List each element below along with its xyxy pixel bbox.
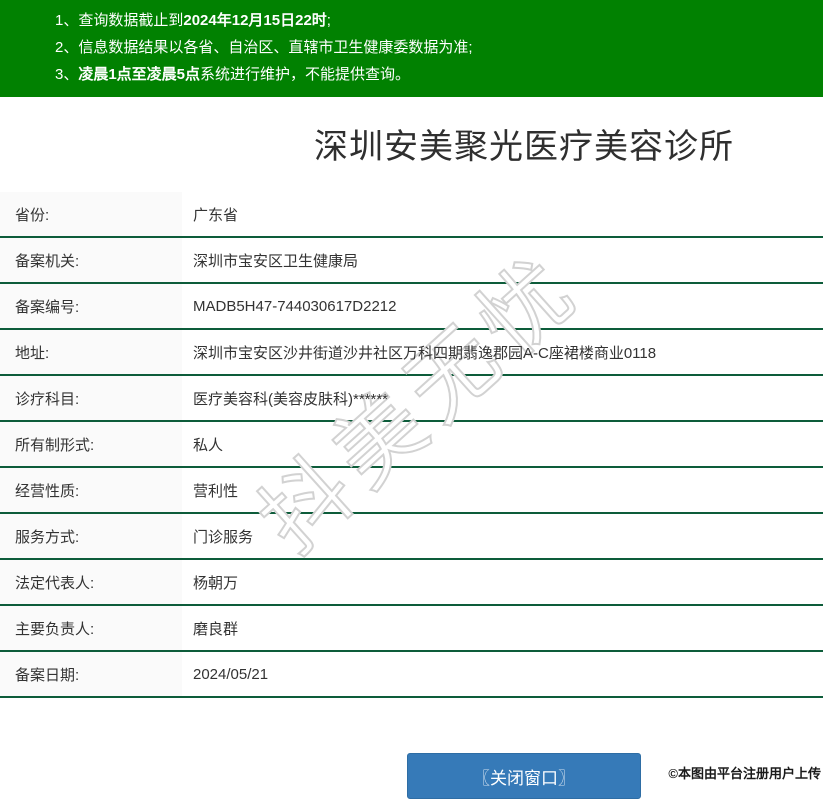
row-value: 门诊服务 <box>193 528 254 546</box>
close-window-button[interactable]: 〖关闭窗口〗 <box>407 753 641 799</box>
row-value: 营利性 <box>193 482 239 500</box>
notice-line-number: 3、 <box>55 66 79 83</box>
table-row-filing-number: 备案编号: MADB5H47-744030617D2212 <box>0 284 823 330</box>
table-row-main-person-in-charge: 主要负责人: 磨良群 <box>0 606 823 652</box>
row-label: 法定代表人: <box>0 560 182 604</box>
row-label: 备案编号: <box>0 284 182 328</box>
table-row-legal-representative: 法定代表人: 杨朝万 <box>0 560 823 606</box>
table-row-business-nature: 经营性质: 营利性 <box>0 468 823 514</box>
row-value: 2024/05/21 <box>193 665 269 683</box>
table-row-ownership-form: 所有制形式: 私人 <box>0 422 823 468</box>
table-row-service-mode: 服务方式: 门诊服务 <box>0 514 823 560</box>
page-container: 1、查询数据截止到2024年12月15日22时; 2、信息数据结果以各省、自治区… <box>0 0 823 799</box>
row-value: MADB5H47-744030617D2212 <box>193 297 397 315</box>
notice-text-bold: 凌晨1点至凌晨5点 <box>78 66 201 83</box>
notice-text: ; <box>326 12 331 29</box>
notice-line-2: 2、信息数据结果以各省、自治区、直辖市卫生健康委数据为准; <box>55 34 823 61</box>
row-value: 杨朝万 <box>193 574 239 592</box>
info-table: 省份: 广东省 备案机关: 深圳市宝安区卫生健康局 备案编号: MADB5H47… <box>0 192 823 698</box>
table-row-address: 地址: 深圳市宝安区沙井街道沙井社区万科四期翡逸郡园A-C座裙楼商业0118 <box>0 330 823 376</box>
page-title: 深圳安美聚光医疗美容诊所 <box>314 128 734 166</box>
notice-line-3: 3、凌晨1点至凌晨5点系统进行维护，不能提供查询。 <box>55 61 823 88</box>
table-row-filing-authority: 备案机关: 深圳市宝安区卫生健康局 <box>0 238 823 284</box>
row-label: 经营性质: <box>0 468 182 512</box>
table-row-treatment-subjects: 诊疗科目: 医疗美容科(美容皮肤科)****** <box>0 376 823 422</box>
row-label: 地址: <box>0 330 182 374</box>
notice-line-1: 1、查询数据截止到2024年12月15日22时; <box>55 7 823 34</box>
table-row-province: 省份: 广东省 <box>0 192 823 238</box>
row-value: 磨良群 <box>193 620 239 638</box>
row-value: 深圳市宝安区沙井街道沙井社区万科四期翡逸郡园A-C座裙楼商业0118 <box>193 344 657 362</box>
notice-line-number: 1、 <box>55 12 79 29</box>
notice-text: 系统进行维护，不能提供查询。 <box>200 66 411 83</box>
row-value: 深圳市宝安区卫生健康局 <box>193 252 359 270</box>
uploader-note: ©本图由平台注册用户上传 <box>668 766 821 781</box>
notice-text-bold: 2024年12月15日22时 <box>183 12 327 29</box>
notice-text: 信息数据结果以各省、自治区、直辖市卫生健康委数据为准; <box>78 39 473 56</box>
notice-banner: 1、查询数据截止到2024年12月15日22时; 2、信息数据结果以各省、自治区… <box>0 0 823 97</box>
row-label: 主要负责人: <box>0 606 182 650</box>
row-value: 私人 <box>193 436 224 454</box>
row-label: 省份: <box>0 192 182 236</box>
row-label: 诊疗科目: <box>0 376 182 420</box>
row-label: 备案机关: <box>0 238 182 282</box>
row-value: 广东省 <box>193 206 239 224</box>
row-label: 服务方式: <box>0 514 182 558</box>
row-label: 所有制形式: <box>0 422 182 466</box>
row-value: 医疗美容科(美容皮肤科)****** <box>193 390 389 408</box>
notice-text: 查询数据截止到 <box>78 12 184 29</box>
row-label: 备案日期: <box>0 652 182 696</box>
table-row-filing-date: 备案日期: 2024/05/21 <box>0 652 823 698</box>
notice-line-number: 2、 <box>55 39 79 56</box>
